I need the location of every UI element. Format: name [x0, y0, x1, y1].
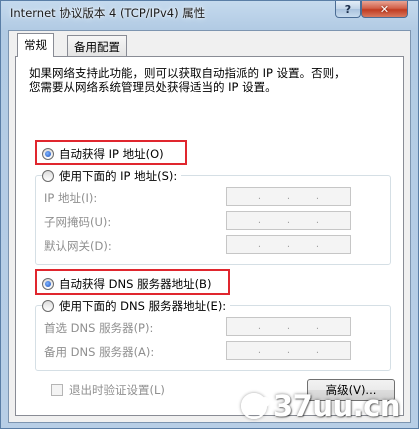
ip-address-input[interactable]: ...	[226, 187, 351, 206]
manual-ip-label: 使用下面的 IP 地址(S):	[59, 169, 178, 183]
ip-address-label: IP 地址(I):	[44, 191, 98, 205]
alternate-dns-input[interactable]: ...	[226, 341, 351, 360]
manual-dns-label: 使用下面的 DNS 服务器地址(E):	[59, 299, 227, 313]
preferred-dns-input[interactable]: ...	[226, 317, 351, 336]
manual-dns-radio[interactable]	[42, 300, 54, 312]
validate-on-exit-label: 退出时验证设置(L)	[69, 383, 165, 397]
site-watermark: 37uu.cn	[241, 386, 416, 426]
watermark-text: 37uu.cn	[273, 389, 401, 423]
subnet-mask-input[interactable]: ...	[226, 211, 351, 230]
validate-on-exit-checkbox[interactable]	[51, 384, 63, 396]
manual-ip-option[interactable]: 使用下面的 IP 地址(S):	[42, 168, 182, 184]
general-tab-panel: 如果网络支持此功能，则可以获取自动指派的 IP 设置。否则， 您需要从网络系统管…	[15, 56, 404, 416]
default-gateway-label: 默认网关(D):	[44, 239, 112, 253]
watermark-logo-icon	[241, 393, 270, 419]
description-text: 如果网络支持此功能，则可以获取自动指派的 IP 设置。否则， 您需要从网络系统管…	[29, 66, 394, 94]
manual-ip-radio[interactable]	[42, 170, 54, 182]
description-line-2: 您需要从网络系统管理员处获得适当的 IP 设置。	[29, 80, 277, 94]
close-button[interactable]: ✕	[361, 1, 408, 18]
description-line-1: 如果网络支持此功能，则可以获取自动指派的 IP 设置。否则，	[29, 66, 346, 80]
validate-on-exit-option[interactable]: 退出时验证设置(L)	[51, 382, 165, 398]
dns-server-group	[35, 305, 391, 371]
close-icon: ✕	[379, 2, 390, 16]
window-title: Internet 协议版本 4 (TCP/IPv4) 属性	[10, 6, 206, 20]
help-button[interactable]: ?	[335, 1, 361, 18]
manual-dns-option[interactable]: 使用下面的 DNS 服务器地址(E):	[42, 298, 231, 314]
auto-dns-label: 自动获得 DNS 服务器地址(B)	[59, 277, 212, 291]
subnet-mask-label: 子网掩码(U):	[44, 215, 112, 229]
auto-ip-label: 自动获得 IP 地址(O)	[59, 147, 164, 161]
dialog-client-area: 常规 备用配置 如果网络支持此功能，则可以获取自动指派的 IP 设置。否则， 您…	[8, 30, 411, 423]
tab-alternate-configuration[interactable]: 备用配置	[67, 35, 127, 56]
dialog-window: Internet 协议版本 4 (TCP/IPv4) 属性 ? ✕ 常规 备用配…	[0, 0, 419, 429]
auto-dns-radio[interactable]	[42, 278, 54, 290]
auto-ip-radio[interactable]	[42, 148, 54, 160]
tab-general[interactable]: 常规	[17, 33, 54, 57]
preferred-dns-label: 首选 DNS 服务器(P):	[44, 321, 154, 335]
alternate-dns-label: 备用 DNS 服务器(A):	[44, 345, 155, 359]
auto-ip-option[interactable]: 自动获得 IP 地址(O)	[42, 146, 164, 162]
help-icon: ?	[344, 2, 352, 16]
default-gateway-input[interactable]: ...	[226, 235, 351, 254]
auto-dns-option[interactable]: 自动获得 DNS 服务器地址(B)	[42, 276, 211, 292]
